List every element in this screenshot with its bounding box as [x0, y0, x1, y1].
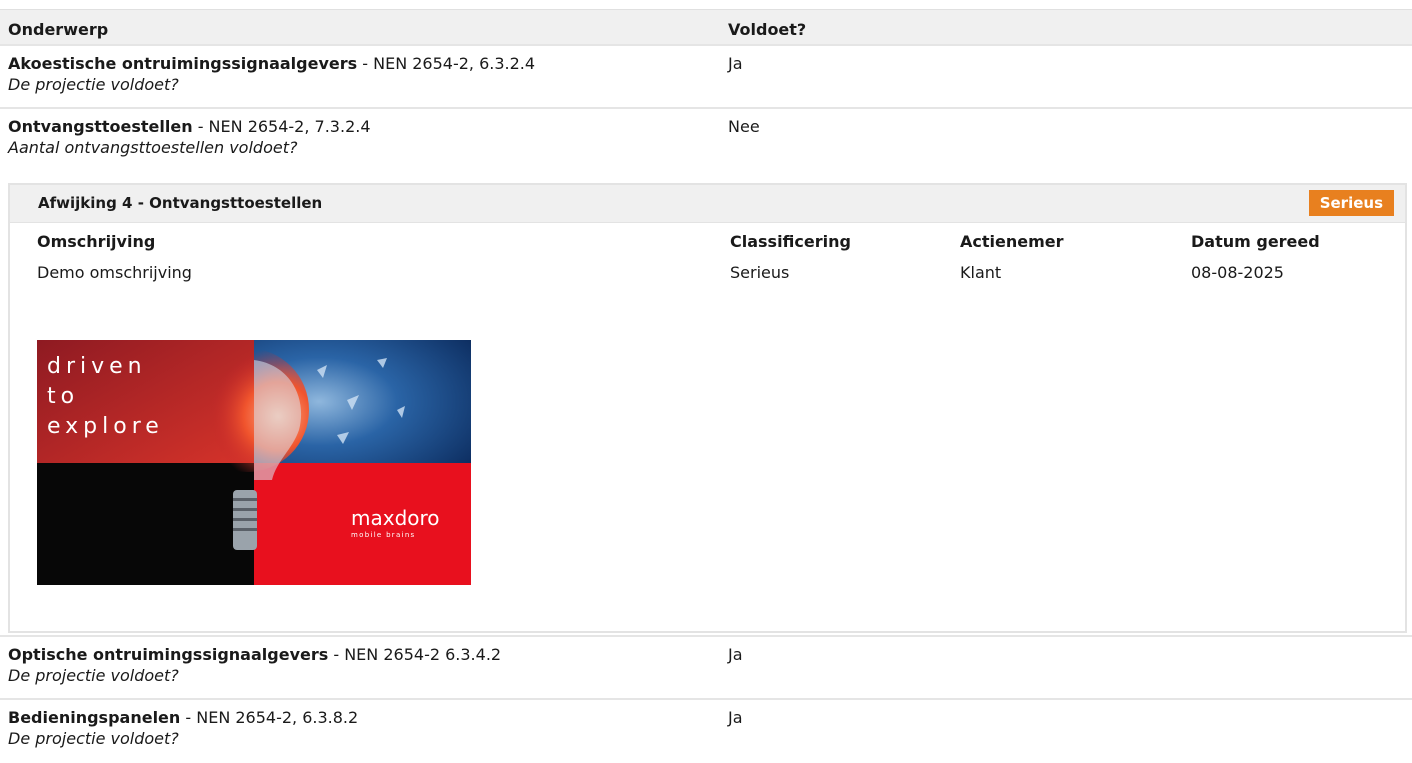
row-title: Akoestische ontruimingssignaalgevers - N… — [8, 54, 535, 73]
deviation-title: Afwijking 4 - Ontvangsttoestellen — [38, 194, 323, 212]
label-due-date: Datum gereed — [1191, 232, 1320, 251]
row-subject: Ontvangsttoestellen — [8, 117, 193, 136]
value-actor: Klant — [960, 263, 1002, 282]
slogan-line-2: to — [47, 384, 79, 409]
row-title: Bedieningspanelen - NEN 2654-2, 6.3.8.2 — [8, 708, 358, 727]
deviation-header: Afwijking 4 - Ontvangsttoestellen Serieu… — [10, 185, 1405, 223]
bulb-socket — [233, 490, 257, 550]
row-subject: Optische ontruimingssignaalgevers — [8, 645, 329, 664]
brand-logo: maxdoro — [351, 506, 440, 530]
deviation-photo[interactable]: driven to explore maxdoro mobile brains — [37, 340, 471, 585]
row-norm: - NEN 2654-2, 6.3.2.4 — [357, 54, 536, 73]
brand-tagline: mobile brains — [351, 531, 416, 539]
deviation-card: Afwijking 4 - Ontvangsttoestellen Serieu… — [8, 183, 1407, 633]
row-value: Ja — [728, 645, 743, 664]
row-subject: Akoestische ontruimingssignaalgevers — [8, 54, 358, 73]
value-due-date: 08-08-2025 — [1191, 263, 1284, 282]
value-classification: Serieus — [730, 263, 790, 282]
value-description: Demo omschrijving — [37, 263, 192, 282]
row-title: Ontvangsttoestellen - NEN 2654-2, 7.3.2.… — [8, 117, 371, 136]
row-value: Nee — [728, 117, 760, 136]
row-value: Ja — [728, 708, 743, 727]
table-row: Akoestische ontruimingssignaalgevers - N… — [0, 46, 1412, 109]
row-subject: Bedieningspanelen — [8, 708, 181, 727]
row-norm: - NEN 2654-2 6.3.4.2 — [328, 645, 502, 664]
header-subject: Onderwerp — [8, 20, 109, 39]
table-row: Bedieningspanelen - NEN 2654-2, 6.3.8.2 … — [0, 700, 1412, 763]
label-actor: Actienemer — [960, 232, 1064, 251]
table-header: Onderwerp Voldoet? — [0, 9, 1412, 46]
header-compliant: Voldoet? — [728, 20, 807, 39]
slogan-line-1: driven — [47, 354, 147, 379]
table-row: Optische ontruimingssignaalgevers - NEN … — [0, 637, 1412, 700]
checklist-page: Onderwerp Voldoet? Akoestische ontruimin… — [0, 0, 1412, 763]
row-question: De projectie voldoet? — [8, 729, 179, 748]
label-description: Omschrijving — [37, 232, 156, 251]
row-question: Aantal ontvangsttoestellen voldoet? — [8, 138, 298, 157]
row-value: Ja — [728, 54, 743, 73]
row-title: Optische ontruimingssignaalgevers - NEN … — [8, 645, 501, 664]
row-question: De projectie voldoet? — [8, 75, 179, 94]
slogan-line-3: explore — [47, 414, 164, 439]
row-norm: - NEN 2654-2, 6.3.8.2 — [180, 708, 359, 727]
black-panel — [37, 463, 254, 585]
row-question: De projectie voldoet? — [8, 666, 179, 685]
row-norm: - NEN 2654-2, 7.3.2.4 — [192, 117, 371, 136]
severity-badge: Serieus — [1308, 190, 1394, 216]
label-classification: Classificering — [730, 232, 851, 251]
